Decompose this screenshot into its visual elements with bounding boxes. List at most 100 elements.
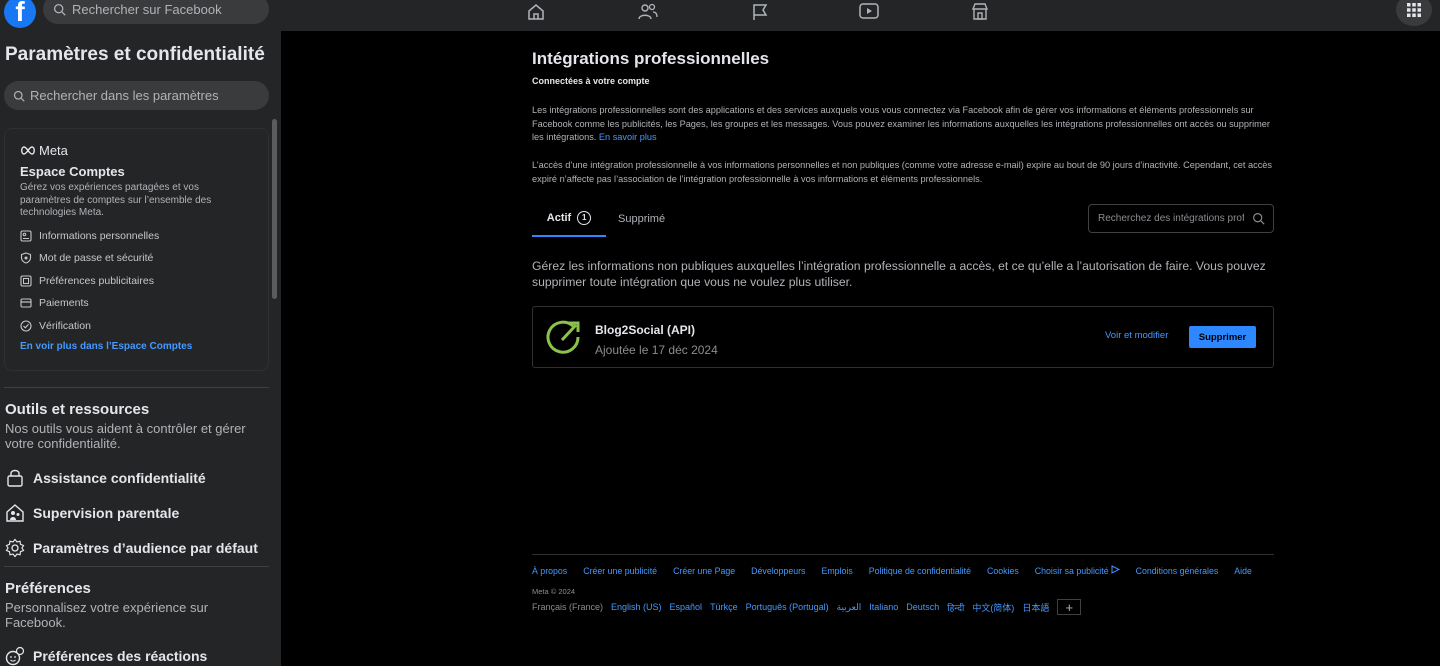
marketplace-icon[interactable]: [968, 0, 992, 24]
sidebar-title: Paramètres et confidentialité: [5, 44, 265, 65]
preferences-section-desc: Personnalisez votre expérience sur Faceb…: [5, 600, 209, 630]
footer-link[interactable]: Développeurs: [751, 563, 805, 579]
sidebar-scrollbar[interactable]: [272, 119, 277, 299]
meta-brand: Meta: [39, 143, 68, 158]
footer-link-ad-choices[interactable]: Choisir sa publicité: [1035, 563, 1120, 579]
footer-link[interactable]: Aide: [1234, 563, 1252, 579]
ad-icon: [20, 275, 32, 287]
footer-link[interactable]: Emplois: [821, 563, 852, 579]
friends-icon[interactable]: [636, 0, 660, 24]
meta-item-verification[interactable]: Vérification: [20, 315, 268, 338]
integration-added-date: Ajoutée le 17 déc 2024: [595, 343, 718, 357]
meta-item-password-security[interactable]: Mot de passe et sécurité: [20, 247, 268, 270]
manage-description: Gérez les informations non publiques aux…: [532, 259, 1266, 289]
language-link[interactable]: 日本語: [1022, 601, 1049, 614]
footer-link[interactable]: Conditions générales: [1136, 563, 1219, 579]
settings-sidebar: Paramètres et confidentialité Rechercher…: [0, 31, 281, 666]
footer-links: À propos Créer une publicité Créer une P…: [532, 563, 1274, 579]
meta-item-label: Vérification: [39, 319, 91, 332]
meta-logo: Meta: [20, 143, 268, 158]
flag-icon[interactable]: [748, 0, 772, 24]
language-link[interactable]: हिन्दी: [947, 601, 964, 614]
view-edit-button[interactable]: Voir et modifier: [1105, 330, 1168, 341]
parental-supervision-link[interactable]: Supervision parentale: [5, 503, 179, 523]
page-subtitle: Connectées à votre compte: [532, 76, 650, 86]
language-link[interactable]: Español: [670, 602, 703, 612]
reaction-preferences-link[interactable]: Préférences des réactions: [5, 646, 207, 666]
search-icon: [1253, 213, 1265, 225]
meta-item-ad-preferences[interactable]: Préférences publicitaires: [20, 270, 268, 293]
integration-card: Blog2Social (API) Ajoutée le 17 déc 2024…: [532, 306, 1274, 368]
family-icon: [6, 504, 24, 522]
shield-icon: [20, 252, 32, 264]
integration-name: Blog2Social (API): [595, 323, 696, 337]
language-link[interactable]: العربية: [837, 602, 862, 613]
tab-active[interactable]: Actif 1: [532, 204, 606, 237]
default-audience-link[interactable]: Paramètres d’audience par défaut: [5, 538, 258, 558]
check-circle-icon: [20, 320, 32, 332]
accounts-center-card[interactable]: Meta Espace Comptes Gérez vos expérience…: [4, 128, 269, 371]
learn-more-link[interactable]: En savoir plus: [599, 132, 657, 142]
video-icon[interactable]: [857, 0, 881, 24]
blog2social-logo-icon: [545, 319, 583, 362]
footer: À propos Créer une publicité Créer une P…: [532, 554, 1274, 615]
meta-item-personal-info[interactable]: Informations personnelles: [20, 225, 268, 248]
gear-icon: [5, 538, 25, 558]
search-icon: [13, 90, 25, 102]
language-link[interactable]: English (US): [611, 602, 662, 612]
accounts-center-title: Espace Comptes: [20, 164, 125, 179]
sidebar-divider: [4, 387, 269, 388]
integrations-search-placeholder: Recherchez des intégrations professionne…: [1098, 213, 1244, 224]
tab-deleted[interactable]: Supprimé: [618, 204, 665, 237]
ad-choices-icon: [1111, 565, 1120, 574]
sidebar-divider: [4, 566, 269, 567]
more-languages-button[interactable]: +: [1057, 599, 1082, 615]
reaction-preferences-label: Préférences des réactions: [33, 648, 208, 664]
preferences-section-title: Préférences: [5, 580, 91, 597]
meta-item-label: Informations personnelles: [39, 229, 160, 242]
copyright: Meta © 2024: [532, 587, 576, 596]
inactivity-paragraph: L’accès d’une intégration professionnell…: [532, 160, 1273, 184]
integration-tabs: Actif 1 Supprimé Recherchez des intégrat…: [532, 204, 1274, 237]
tools-section-desc: Nos outils vous aident à contrôler et gé…: [5, 421, 246, 451]
home-icon[interactable]: [524, 0, 548, 24]
language-link[interactable]: Deutsch: [906, 602, 939, 612]
page-title: Intégrations professionnelles: [532, 49, 770, 68]
settings-search-input[interactable]: Rechercher dans les paramètres: [4, 81, 269, 110]
footer-link[interactable]: Créer une Page: [673, 563, 735, 579]
footer-link[interactable]: Créer une publicité: [583, 563, 657, 579]
settings-search-placeholder: Rechercher dans les paramètres: [30, 88, 219, 103]
meta-item-label: Paiements: [39, 297, 89, 310]
language-link[interactable]: 中文(简体): [972, 601, 1014, 614]
accounts-center-desc: Gérez vos expériences partagées et vos p…: [20, 182, 212, 218]
delete-button[interactable]: Supprimer: [1189, 326, 1256, 348]
id-card-icon: [20, 230, 32, 242]
privacy-checkup-link[interactable]: Assistance confidentialité: [5, 468, 206, 488]
meta-item-payments[interactable]: Paiements: [20, 292, 268, 315]
grid-icon: [1407, 3, 1421, 17]
privacy-checkup-label: Assistance confidentialité: [33, 470, 206, 486]
accounts-center-more-link[interactable]: En voir plus dans l’Espace Comptes: [20, 341, 268, 352]
language-link[interactable]: Türkçe: [710, 602, 738, 612]
parental-supervision-label: Supervision parentale: [33, 505, 180, 521]
language-link[interactable]: Italiano: [869, 602, 898, 612]
tab-active-label: Actif: [546, 211, 572, 224]
ad-choices-label: Choisir sa publicité: [1034, 566, 1109, 576]
intro-paragraph: Les intégrations professionnelles sont d…: [532, 104, 1274, 145]
footer-link[interactable]: Cookies: [987, 563, 1019, 579]
default-audience-label: Paramètres d’audience par défaut: [33, 540, 258, 556]
top-navbar: f Rechercher sur Facebook: [0, 0, 1440, 31]
count-badge: 1: [577, 210, 592, 225]
lock-icon: [7, 469, 23, 487]
tools-section-title: Outils et ressources: [5, 401, 150, 418]
meta-infinity-icon: [21, 146, 35, 155]
current-language: Français (France): [532, 602, 604, 612]
meta-item-label: Préférences publicitaires: [39, 274, 154, 287]
language-link[interactable]: Português (Portugal): [746, 602, 829, 612]
footer-link[interactable]: Politique de confidentialité: [869, 563, 971, 579]
integrations-search-input[interactable]: Recherchez des intégrations professionne…: [1088, 204, 1274, 233]
meta-item-label: Mot de passe et sécurité: [39, 252, 154, 265]
reaction-icon: [5, 646, 25, 666]
footer-link[interactable]: À propos: [532, 563, 567, 579]
language-selector: Français (France) English (US) Español T…: [532, 599, 1274, 615]
